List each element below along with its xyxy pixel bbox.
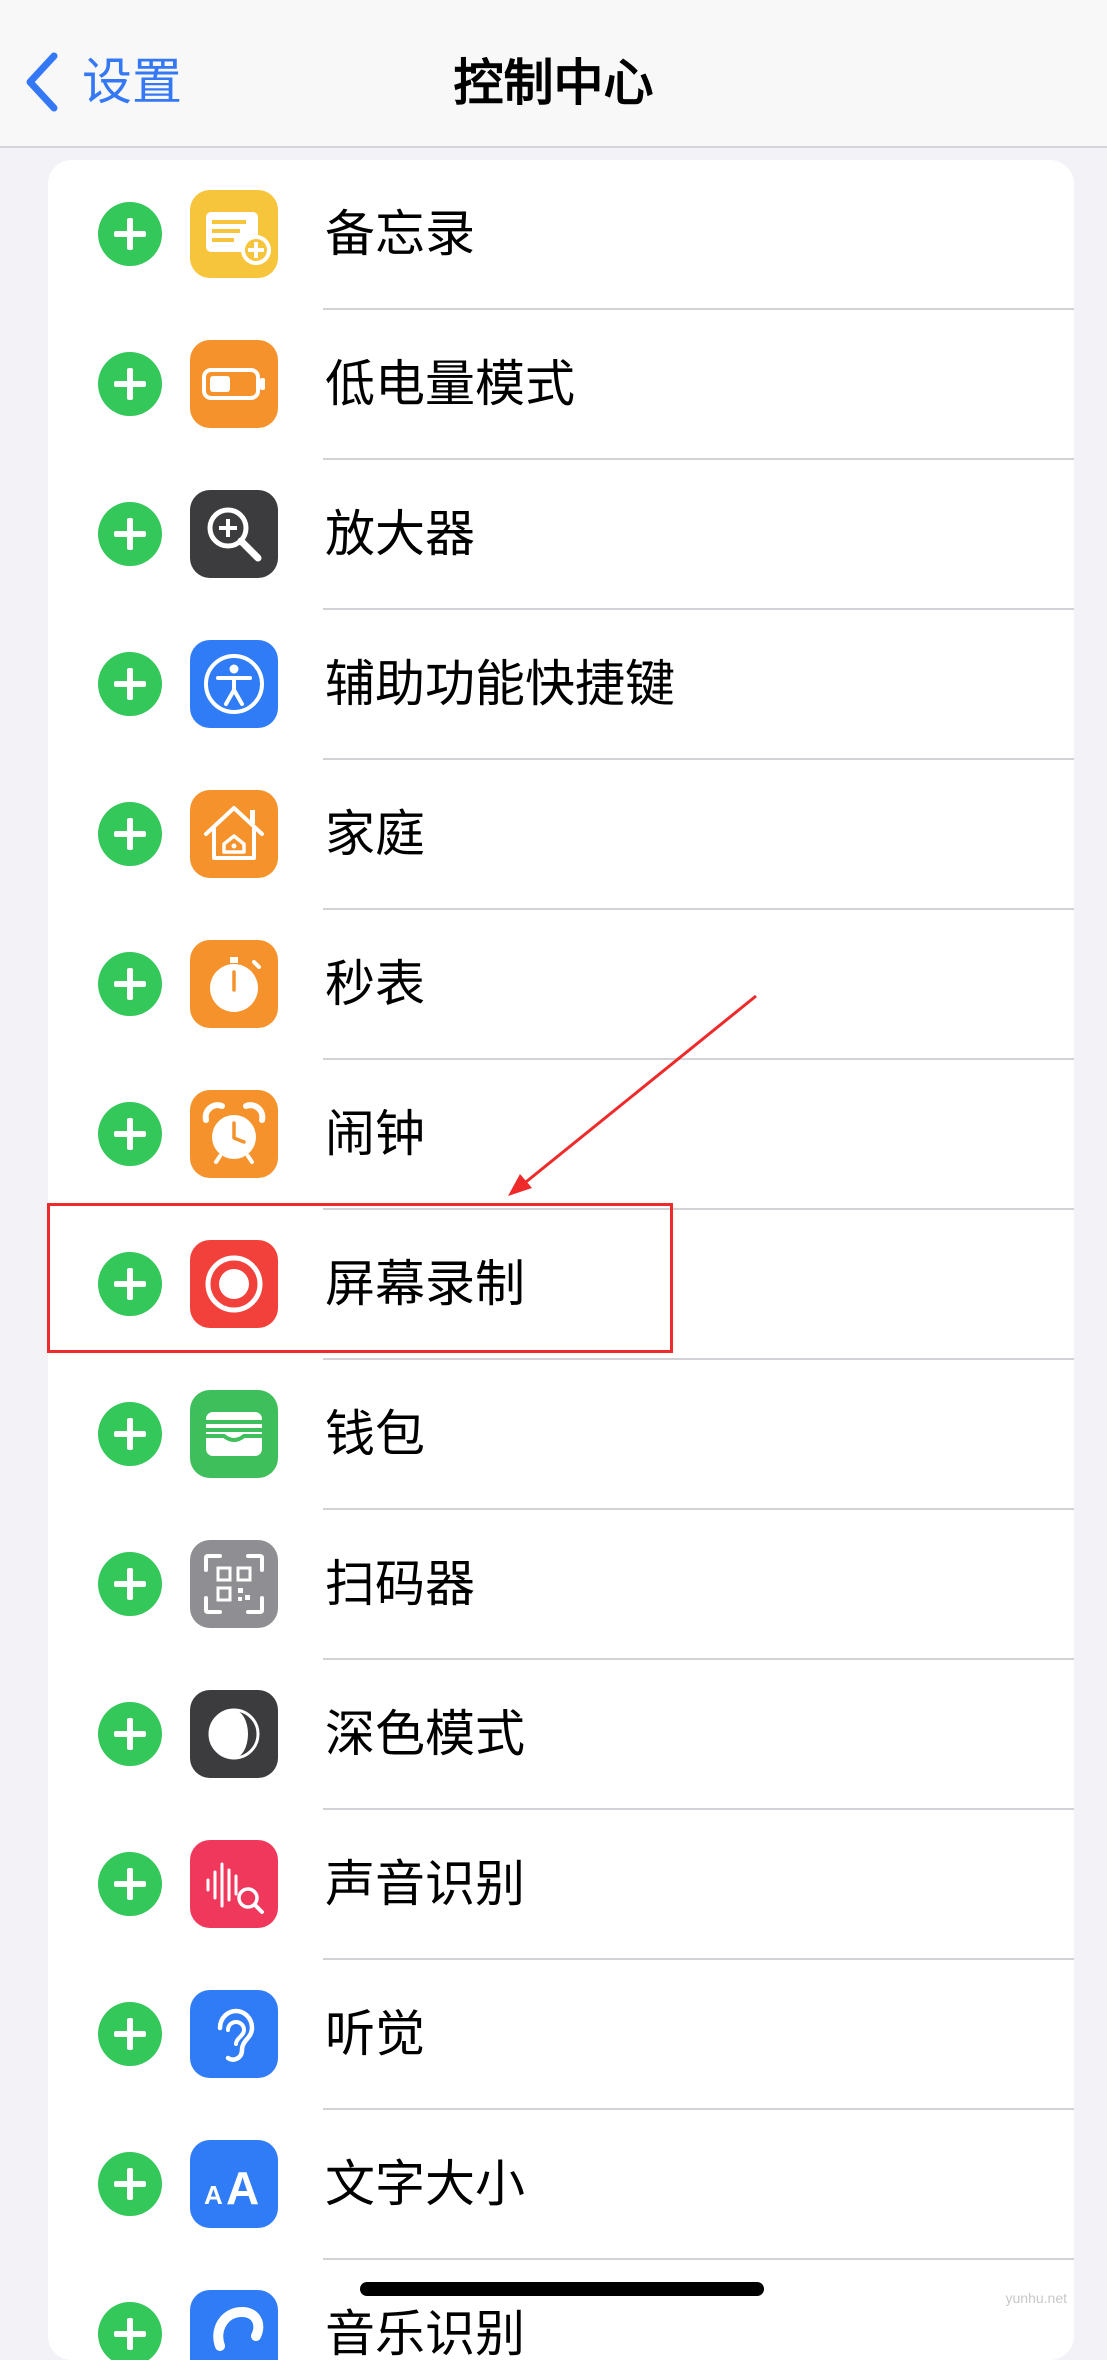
home-indicator[interactable] bbox=[360, 2282, 764, 2296]
watermark: yunhu.net bbox=[1005, 2290, 1068, 2306]
annotation-arrow bbox=[508, 994, 757, 1196]
